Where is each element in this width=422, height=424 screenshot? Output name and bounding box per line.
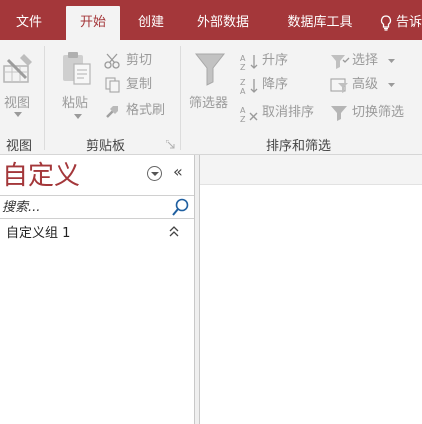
svg-text:A: A [240, 106, 246, 115]
nav-group-collapse-button[interactable] [169, 225, 179, 242]
tab-database-tools[interactable]: 数据库工具 [272, 6, 368, 40]
chevron-down-icon [74, 114, 82, 119]
search-button[interactable] [170, 197, 192, 218]
tell-me-label: 告诉 [396, 15, 422, 30]
tab-create[interactable]: 创建 [128, 6, 174, 40]
nav-pane-splitter[interactable] [195, 155, 200, 424]
paste-icon [63, 52, 91, 85]
format-painter-label: 格式刷 [126, 103, 166, 118]
funnel-icon [194, 53, 226, 86]
view-group-label: 视图 [6, 139, 33, 154]
chevron-down-icon [14, 112, 22, 117]
advanced-label: 高级 [352, 77, 379, 92]
nav-group-header[interactable]: 自定义组 1 [6, 225, 70, 243]
nav-pane-title[interactable]: 自定义 [2, 159, 80, 193]
nav-pane-menu-button[interactable] [147, 166, 162, 181]
tab-file[interactable]: 文件 [0, 6, 58, 40]
clipboard-group-label: 剪贴板 [86, 139, 126, 154]
advanced-filter-icon [330, 78, 348, 93]
cut-label: 剪切 [126, 53, 153, 68]
double-chevron-up-icon [169, 226, 179, 237]
toggle-filter-icon [331, 106, 347, 121]
paste-button-label: 粘贴 [62, 96, 89, 111]
toggle-filter-label: 切换筛选 [352, 105, 405, 120]
workspace: 自定义 « 自定义组 1 [0, 155, 422, 424]
sort-filter-group-label: 排序和筛选 [266, 139, 332, 154]
lightbulb-icon [380, 14, 392, 31]
chevron-down-icon [388, 83, 395, 87]
svg-text:A: A [240, 87, 246, 95]
view-icon [3, 54, 32, 83]
selection-label: 选择 [352, 53, 379, 68]
ribbon: 视图 视图 粘贴 剪切 复制 格式刷 剪贴板 筛选器 A Z 升序 Z A 降序… [0, 40, 422, 155]
navigation-pane: 自定义 « 自定义组 1 [0, 155, 195, 424]
selection-filter-icon [331, 55, 350, 69]
paintbrush-icon [106, 106, 118, 118]
tab-external-data[interactable]: 外部数据 [182, 6, 264, 40]
scissors-icon [104, 53, 120, 69]
group-divider [180, 46, 181, 150]
sort-descending-icon: Z A [240, 78, 258, 95]
group-divider [44, 46, 45, 150]
view-button-label: 视图 [4, 96, 31, 111]
tell-me-button[interactable]: 告诉 [380, 6, 422, 40]
dialog-launcher-icon[interactable] [166, 140, 175, 149]
svg-text:Z: Z [240, 78, 246, 87]
copy-icon [105, 77, 120, 93]
svg-text:Z: Z [240, 63, 246, 71]
sort-ascending-label: 升序 [262, 53, 289, 68]
svg-text:Z: Z [240, 115, 246, 123]
search-input[interactable] [2, 198, 167, 217]
copy-label: 复制 [126, 77, 153, 92]
tab-home[interactable]: 开始 [66, 6, 120, 40]
ribbon-tab-bar: 文件 开始 创建 外部数据 数据库工具 告诉 [0, 0, 422, 40]
search-icon [172, 198, 189, 216]
svg-text:A: A [240, 54, 246, 63]
remove-sort-icon: A Z [240, 106, 258, 123]
filter-button-label: 筛选器 [189, 96, 229, 111]
sort-ascending-icon: A Z [240, 54, 258, 71]
nav-search-box [0, 195, 194, 219]
chevron-down-icon [388, 59, 395, 63]
remove-sort-label: 取消排序 [262, 105, 315, 120]
sort-descending-label: 降序 [262, 77, 289, 92]
nav-pane-collapse-button[interactable]: « [173, 163, 183, 181]
document-tab-strip [200, 155, 422, 185]
